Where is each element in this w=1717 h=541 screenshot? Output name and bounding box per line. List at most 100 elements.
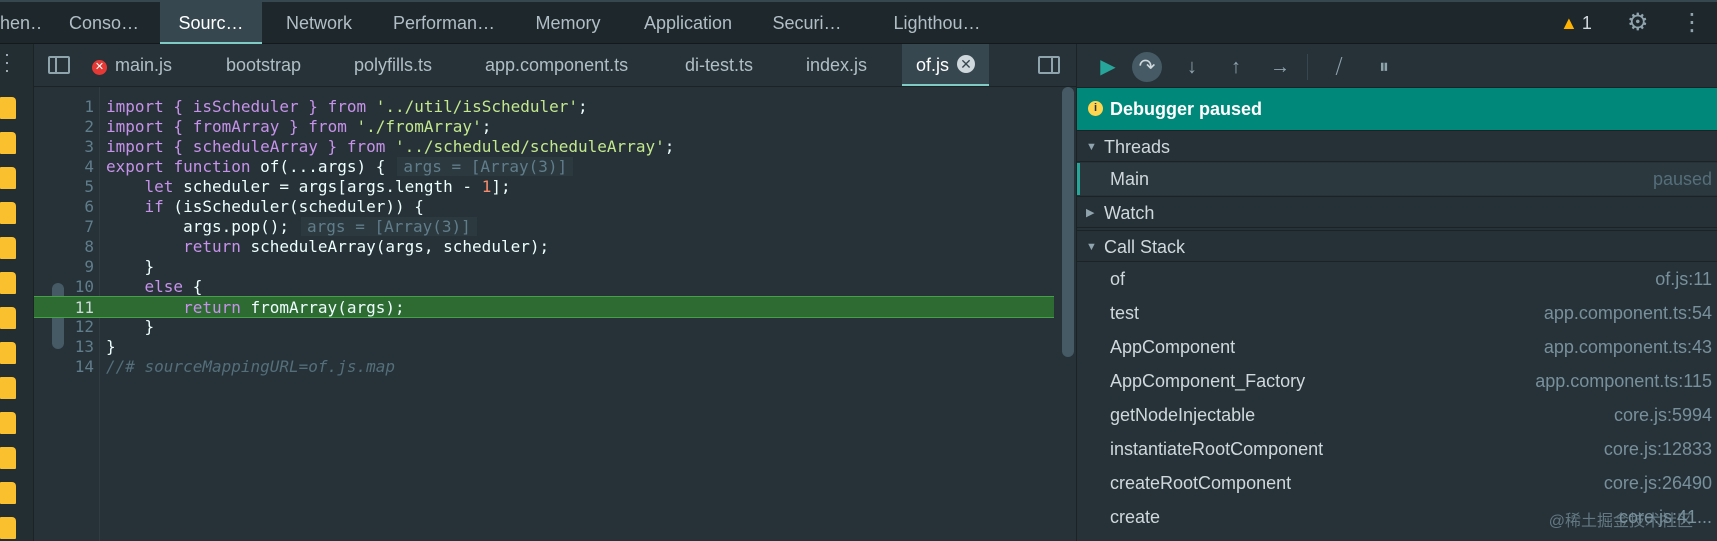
code-keyword: function [173,157,251,176]
code-text: (isScheduler(scheduler)) { [163,197,424,216]
step-icon[interactable]: → [1265,52,1295,82]
editor-tab-label: main.js [115,55,173,75]
tab-lighthouse[interactable]: Lighthou… [890,2,984,44]
close-icon[interactable]: ✕ [957,55,976,73]
threads-section-header[interactable]: ▼ Threads [1077,130,1717,162]
line-number[interactable]: 12 [34,316,94,338]
call-frame[interactable]: of of.js:11 [1077,262,1717,296]
tab-sources[interactable]: Sourc… [160,2,262,44]
chevron-down-icon: ▼ [1086,241,1097,253]
toggle-debugger-icon[interactable] [1038,56,1060,74]
error-icon: ✕ [92,60,107,75]
frame-function: test [1110,303,1140,323]
code-editor[interactable]: 1 import { isScheduler } from '../util/i… [34,87,1076,541]
call-frame[interactable]: test app.component.ts:54 [1077,296,1717,330]
file-icon[interactable] [0,272,16,294]
code-line: 9 } [34,256,1054,278]
pause-on-exceptions-icon[interactable]: ⏸ [1369,52,1399,82]
code-line: 6 if (isScheduler(scheduler)) { [34,196,1054,218]
call-frame[interactable]: getNodeInjectable core.js:5994 [1077,398,1717,432]
file-icon[interactable] [0,202,16,224]
frame-location[interactable]: core.js:26490 [1604,466,1712,500]
code-text: scheduleArray(args, scheduler); [240,237,550,256]
editor-tab-of-js[interactable]: of.js ✕ [902,44,990,86]
file-icon[interactable] [0,97,16,119]
file-icon[interactable] [0,447,16,469]
call-frame[interactable]: AppComponent app.component.ts:43 [1077,330,1717,364]
code-keyword: else [144,277,184,296]
file-icon[interactable] [0,377,16,399]
line-number[interactable]: 7 [34,216,94,238]
file-icon[interactable] [0,412,16,434]
tab-console[interactable]: Conso… [66,2,142,44]
file-icon[interactable] [0,482,16,504]
file-icon[interactable] [0,167,16,189]
chevron-right-icon: ▶ [1086,207,1095,219]
kebab-icon[interactable]: ⋮ [1680,2,1704,44]
step-out-icon[interactable]: ↑ [1221,52,1251,82]
frame-location[interactable]: app.component.ts:54 [1544,296,1712,330]
file-icon[interactable] [0,307,16,329]
file-icon[interactable] [0,517,16,539]
file-icon[interactable] [0,132,16,154]
line-number[interactable]: 2 [34,116,94,138]
code-text: ]; [491,177,511,196]
line-number[interactable]: 1 [34,96,94,118]
editor-tab-main-js[interactable]: ✕ main.js [92,44,172,86]
file-icon[interactable] [0,237,16,259]
call-stack-section-header[interactable]: ▼ Call Stack [1077,230,1717,262]
line-number[interactable]: 10 [34,276,94,298]
line-number[interactable]: 4 [34,156,94,178]
frame-location[interactable]: app.component.ts:43 [1544,330,1712,364]
call-frame[interactable]: createRootComponent core.js:26490 [1077,466,1717,500]
paused-label: Debugger paused [1110,99,1263,119]
editor-tab-di-test[interactable]: di-test.ts [685,44,753,86]
thread-item-main[interactable]: Main paused [1077,163,1717,195]
tab-application[interactable]: Application [636,2,740,44]
frame-location[interactable]: core.js:12833 [1604,432,1712,466]
code-text: args.pop(); [183,217,290,236]
line-number[interactable]: 8 [34,236,94,258]
line-number[interactable]: 14 [34,356,94,378]
step-into-icon[interactable]: ↓ [1177,52,1207,82]
thread-name: Main [1110,169,1150,189]
deactivate-breakpoints-icon[interactable]: ⧸ [1324,52,1354,82]
kebab-icon[interactable]: · · · [4,45,10,79]
line-number[interactable]: 6 [34,196,94,218]
tab-network[interactable]: Network [279,2,359,44]
chevron-down-icon: ▼ [1086,141,1097,153]
call-frame[interactable]: instantiateRootComponent core.js:12833 [1077,432,1717,466]
section-title: Watch [1104,203,1155,223]
call-frame[interactable]: AppComponent_Factory app.component.ts:11… [1077,364,1717,398]
line-number[interactable]: 5 [34,176,94,198]
code-text: import { scheduleArray } [106,137,347,156]
line-number[interactable]: 9 [34,256,94,278]
frame-location[interactable]: of.js:11 [1655,262,1712,296]
debugger-toolbar: ▶ ↷ ↓ ↑ → ⧸ ⏸ [1077,44,1717,88]
line-number[interactable]: 13 [34,336,94,358]
frame-location[interactable]: core.js:5994 [1614,398,1712,432]
code-line: 4 export function of(...args) {args = [A… [34,156,1054,178]
resume-icon[interactable]: ▶ [1093,52,1123,82]
warnings-counter[interactable]: ▲ 1 [1560,2,1592,44]
tab-security[interactable]: Securi… [771,2,843,44]
line-number[interactable]: 3 [34,136,94,158]
editor-tab-bootstrap[interactable]: bootstrap [226,44,301,86]
tab-memory[interactable]: Memory [530,2,606,44]
frame-location[interactable]: app.component.ts:115 [1535,364,1712,398]
info-icon: i [1088,101,1103,116]
tab-elements[interactable]: hen… [0,2,40,44]
frame-function: AppComponent [1110,337,1236,357]
editor-tab-app-component[interactable]: app.component.ts [485,44,628,86]
code-line: 8 return scheduleArray(args, scheduler); [34,236,1054,258]
section-title: Call Stack [1104,237,1186,257]
editor-tab-index-js[interactable]: index.js [806,44,867,86]
toggle-navigator-icon[interactable] [48,56,70,74]
editor-scrollbar[interactable] [1062,87,1074,357]
gear-icon[interactable]: ⚙ [1627,2,1649,44]
editor-tab-polyfills[interactable]: polyfills.ts [354,44,432,86]
step-over-icon[interactable]: ↷ [1132,52,1162,82]
tab-performance[interactable]: Performan… [389,2,499,44]
watch-section-header[interactable]: ▶ Watch [1077,196,1717,228]
file-icon[interactable] [0,342,16,364]
